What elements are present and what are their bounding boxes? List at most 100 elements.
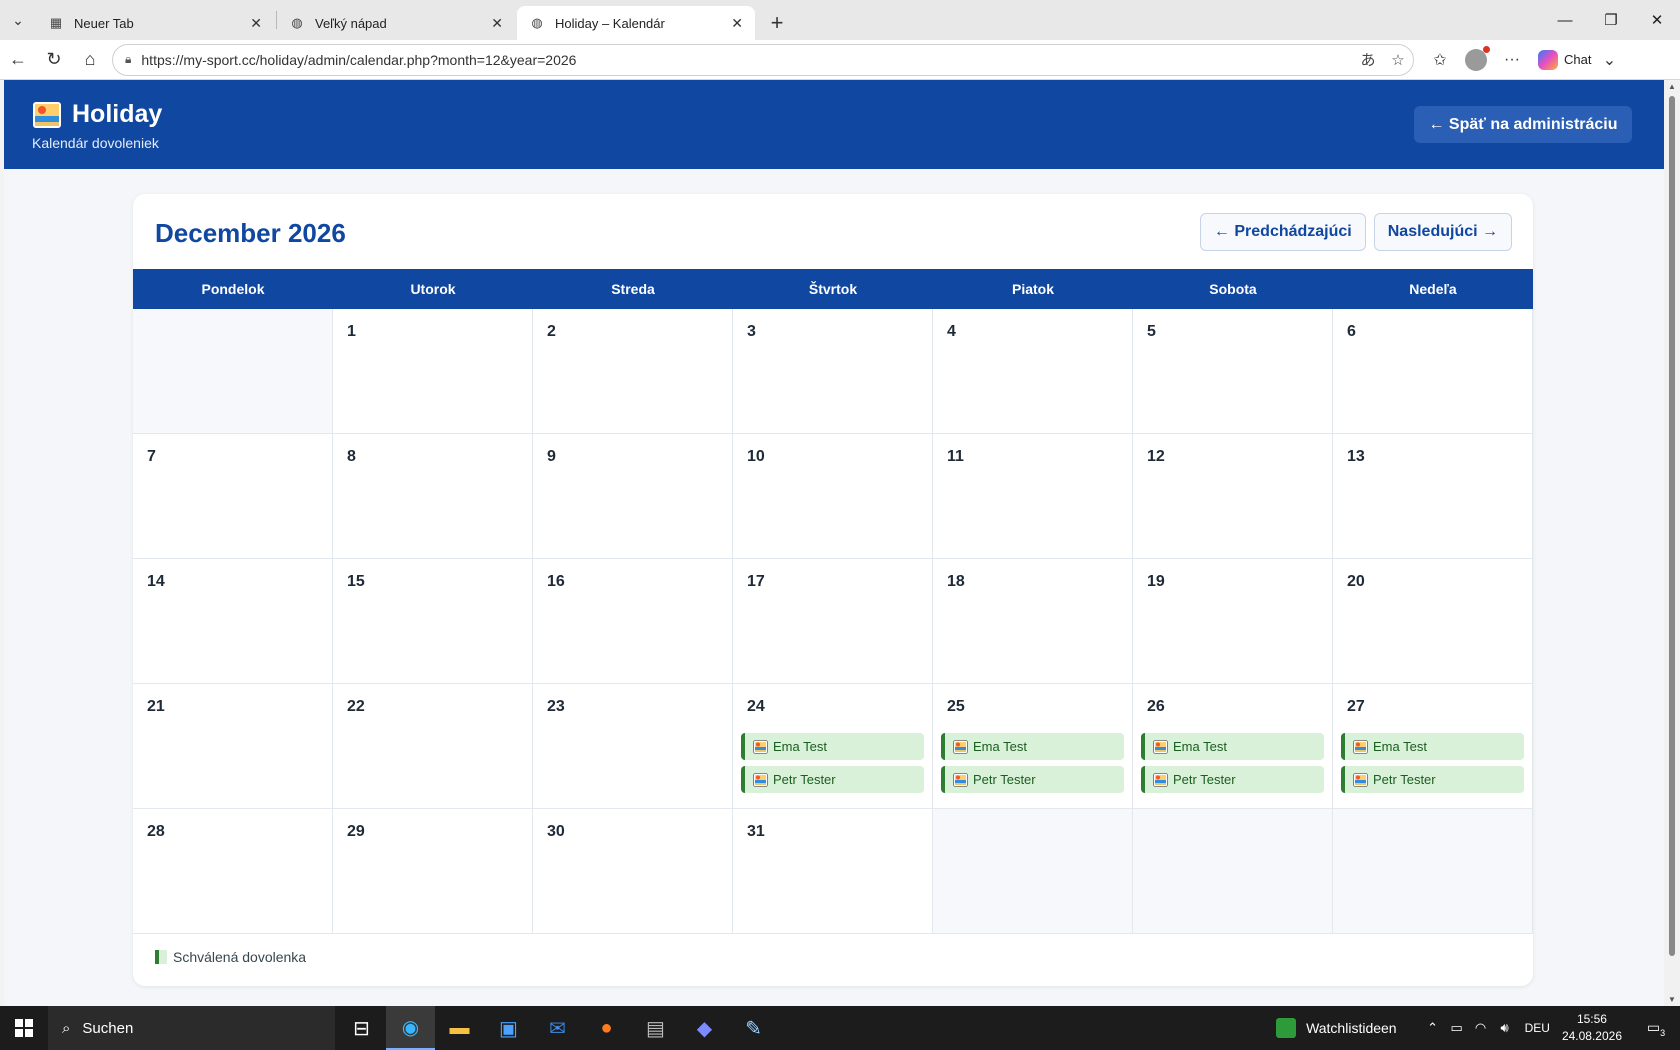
restore-icon[interactable]: ❐: [1588, 0, 1634, 40]
edge-browser-icon[interactable]: ◉: [386, 1006, 435, 1050]
calendar-day-cell[interactable]: 12: [1133, 434, 1333, 559]
watchlist-widget[interactable]: Watchlistideen: [1276, 1018, 1397, 1038]
holiday-event[interactable]: Ema Test: [941, 733, 1124, 760]
minimize-icon[interactable]: —: [1542, 0, 1588, 40]
close-icon[interactable]: ✕: [491, 15, 503, 32]
calendar-day-cell[interactable]: 3: [733, 309, 933, 434]
url-field[interactable]: 🔒︎ https://my-sport.cc/holiday/admin/cal…: [112, 43, 1414, 76]
calendar-day-cell[interactable]: 24 Ema Test Petr Tester: [733, 684, 933, 809]
more-options-icon[interactable]: ···: [1494, 51, 1530, 69]
new-tab-plus-icon[interactable]: +: [757, 6, 797, 40]
lock-icon[interactable]: 🔒︎: [125, 52, 131, 67]
close-window-icon[interactable]: ✕: [1634, 0, 1680, 40]
holiday-event[interactable]: Petr Tester: [741, 766, 924, 793]
chevron-down-icon[interactable]: ⌄: [1591, 50, 1627, 70]
calendar-day-cell[interactable]: 1: [333, 309, 533, 434]
holiday-event[interactable]: Petr Tester: [1141, 766, 1324, 793]
back-to-admin-button[interactable]: ← Späť na administráciu: [1414, 106, 1632, 143]
volume-icon[interactable]: 🔊︎: [1493, 1020, 1517, 1036]
calendar-day-cell[interactable]: 9: [533, 434, 733, 559]
task-view-icon[interactable]: ⊟: [337, 1006, 386, 1050]
file-explorer-icon[interactable]: ▬: [435, 1006, 484, 1050]
browser-tab-2-active[interactable]: ◍ Holiday – Kalendár ✕: [517, 6, 755, 40]
paint-icon[interactable]: ✎: [729, 1006, 778, 1050]
calendar-day-cell[interactable]: 25 Ema Test Petr Tester: [933, 684, 1133, 809]
copilot-chat-button[interactable]: Chat: [1538, 49, 1591, 70]
calendar-day-cell[interactable]: 14: [133, 559, 333, 684]
calendar-day-cell[interactable]: 30: [533, 809, 733, 934]
scroll-up-icon[interactable]: ▲: [1664, 82, 1680, 91]
scrollbar-thumb[interactable]: [1669, 96, 1675, 956]
next-month-button[interactable]: Nasledujúci →: [1373, 213, 1512, 251]
event-person-name: Ema Test: [1173, 739, 1227, 754]
input-language[interactable]: DEU: [1525, 1021, 1550, 1035]
calendar-day-cell[interactable]: 13: [1333, 434, 1533, 559]
holiday-event[interactable]: Petr Tester: [941, 766, 1124, 793]
profile-avatar[interactable]: [1465, 45, 1490, 71]
holiday-event[interactable]: Ema Test: [1341, 733, 1524, 760]
search-icon: ⌕: [62, 1019, 71, 1037]
close-icon[interactable]: ✕: [731, 15, 743, 32]
clock[interactable]: 15:56 24.08.2026: [1562, 1011, 1622, 1045]
calendar-day-cell[interactable]: 16: [533, 559, 733, 684]
translate-icon[interactable]: あ: [1353, 49, 1383, 70]
calendar-day-cell[interactable]: 22: [333, 684, 533, 809]
reload-icon[interactable]: ↻: [36, 44, 72, 76]
taskbar: ⌕ Suchen ⊟ ◉ ▬ ▣ ✉ ● ▤ ◆ ✎ Watchlistidee…: [0, 1006, 1680, 1050]
page-scrollbar[interactable]: ▲ ▼: [1664, 80, 1680, 1006]
discord-icon[interactable]: ◆: [680, 1006, 729, 1050]
taskbar-search[interactable]: ⌕ Suchen: [48, 1006, 335, 1050]
calendar-day-cell[interactable]: 21: [133, 684, 333, 809]
calendar-day-cell[interactable]: 18: [933, 559, 1133, 684]
app-window-icon[interactable]: ▤: [631, 1006, 680, 1050]
store-icon[interactable]: ▣: [484, 1006, 533, 1050]
calendar-day-cell[interactable]: 29: [333, 809, 533, 934]
favorites-list-icon[interactable]: ✩: [1422, 50, 1458, 70]
calendar-day-cell[interactable]: 23: [533, 684, 733, 809]
calendar-day-cell[interactable]: 5: [1133, 309, 1333, 434]
calendar-day-cell[interactable]: 11: [933, 434, 1133, 559]
holiday-event[interactable]: Ema Test: [1141, 733, 1324, 760]
calendar-day-cell[interactable]: 15: [333, 559, 533, 684]
page-viewport: Holiday Kalendár dovoleniek ← Späť na ad…: [4, 80, 1664, 1006]
holiday-beach-icon: [1153, 739, 1168, 754]
calendar-day-cell[interactable]: 19: [1133, 559, 1333, 684]
holiday-event[interactable]: Ema Test: [741, 733, 924, 760]
calendar-day-cell[interactable]: 27 Ema Test Petr Tester: [1333, 684, 1533, 809]
meet-camera-icon[interactable]: ▭: [1445, 1020, 1469, 1036]
weekday-label: Piatok: [1011, 281, 1054, 297]
close-icon[interactable]: ✕: [250, 15, 262, 32]
calendar-day-cell[interactable]: 28: [133, 809, 333, 934]
calendar-day-cell[interactable]: 17: [733, 559, 933, 684]
notifications-icon[interactable]: ▭3: [1640, 1019, 1672, 1038]
day-number: 28: [147, 823, 165, 840]
browser-tab-1[interactable]: ◍ Veľký nápad ✕: [277, 6, 515, 40]
home-icon[interactable]: ⌂: [72, 44, 108, 76]
mail-icon[interactable]: ✉: [533, 1006, 582, 1050]
day-number: 12: [1147, 448, 1165, 465]
calendar-day-cell[interactable]: 4: [933, 309, 1133, 434]
favorite-star-icon[interactable]: ☆: [1383, 51, 1413, 69]
calendar-day-cell[interactable]: 10: [733, 434, 933, 559]
calendar-day-cell[interactable]: 31: [733, 809, 933, 934]
firefox-icon[interactable]: ●: [582, 1006, 631, 1050]
calendar-day-cell[interactable]: 7: [133, 434, 333, 559]
approved-swatch: [155, 950, 167, 964]
back-arrow-icon[interactable]: ←: [0, 44, 36, 76]
month-title: December 2026: [155, 218, 346, 248]
calendar-day-cell[interactable]: 8: [333, 434, 533, 559]
holiday-event[interactable]: Petr Tester: [1341, 766, 1524, 793]
browser-tab-0[interactable]: ▦ Neuer Tab ✕: [36, 6, 274, 40]
day-number: 6: [1347, 323, 1356, 340]
tray-chevron-up-icon[interactable]: ⌃: [1421, 1020, 1445, 1036]
calendar-day-cell[interactable]: 2: [533, 309, 733, 434]
previous-month-button[interactable]: ← Predchádzajúci: [1199, 213, 1366, 251]
url-text[interactable]: https://my-sport.cc/holiday/admin/calend…: [141, 52, 1353, 68]
calendar-day-cell[interactable]: 6: [1333, 309, 1533, 434]
tab-actions-chevron-icon[interactable]: ⌄: [0, 0, 36, 40]
scroll-down-icon[interactable]: ▼: [1664, 995, 1680, 1004]
calendar-day-cell[interactable]: 20: [1333, 559, 1533, 684]
wifi-icon[interactable]: ◠: [1469, 1020, 1493, 1036]
calendar-day-cell[interactable]: 26 Ema Test Petr Tester: [1133, 684, 1333, 809]
start-button[interactable]: [0, 1006, 48, 1050]
